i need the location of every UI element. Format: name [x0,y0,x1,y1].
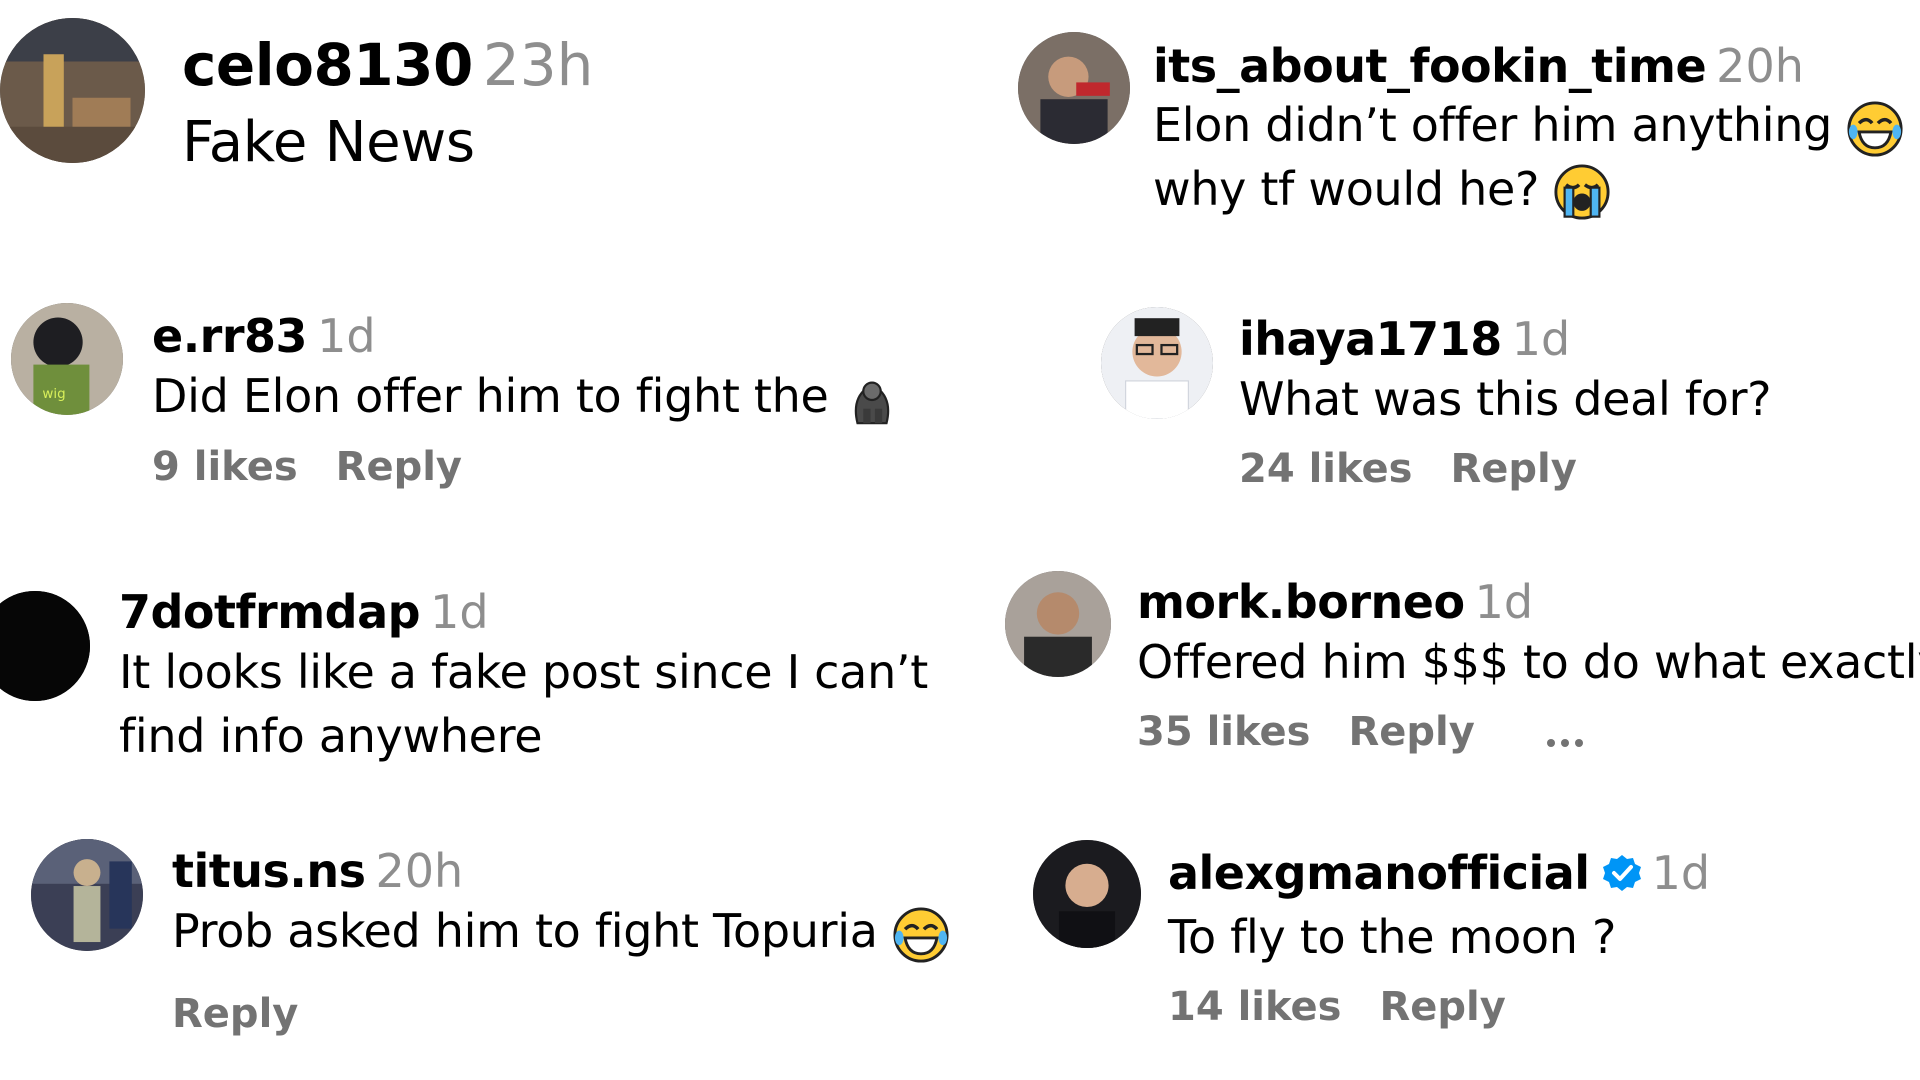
likes-count[interactable]: 14 likes [1168,984,1341,1030]
avatar[interactable]: wig [11,303,123,415]
comment-text-line: Prob asked him to fight Topuria [172,899,950,964]
likes-count[interactable]: 9 likes [152,444,298,490]
username[interactable]: ihaya1718 [1239,312,1502,366]
avatar[interactable] [1033,840,1141,948]
timestamp[interactable]: 1d [1475,575,1533,629]
username[interactable]: its_about_fookin_time [1153,39,1707,93]
username[interactable]: titus.ns [172,844,366,898]
avatar-image [0,18,145,163]
comment-meta: 14 likes Reply [1168,977,1710,1037]
likes-count[interactable]: 24 likes [1239,446,1412,492]
more-options-icon[interactable] [1546,704,1589,764]
timestamp[interactable]: 1d [430,585,488,639]
timestamp[interactable]: 20h [1716,39,1804,93]
username[interactable]: alexgmanofficial [1168,846,1590,900]
username[interactable]: mork.borneo [1137,575,1465,629]
comment-text: Elon didn’t offer him anything [1153,98,1833,152]
avatar[interactable] [1101,307,1213,419]
comment-text-line-1: Elon didn’t offer him anything [1153,94,1904,158]
comment-text: Did Elon offer him to fight the [152,369,829,423]
reply-button[interactable]: Reply [1379,984,1505,1030]
avatar-image [0,591,90,701]
face-with-tears-of-joy-icon [892,906,950,964]
comment-text-line: Did Elon offer him to fight the [152,364,901,429]
username[interactable]: celo8130 [182,31,473,99]
comment-text-line-1: It looks like a fake post since I can’t [119,645,928,699]
avatar[interactable] [1018,32,1130,144]
comment-meta: 35 likes Reply [1137,702,1920,764]
timestamp[interactable]: 1d [1512,312,1570,366]
avatar-image: wig [11,303,123,415]
comment-text: What was this deal for? [1239,372,1772,426]
timestamp[interactable]: 20h [375,844,463,898]
comment-text: To fly to the moon ? [1168,909,1617,964]
avatar[interactable] [1005,571,1111,677]
timestamp[interactable]: 1d [317,309,375,363]
svg-text:wig: wig [42,387,65,402]
avatar-image [1033,840,1141,948]
gorilla-icon [843,371,901,429]
avatar[interactable] [0,18,145,163]
comment-meta: 24 likes Reply [1239,439,1771,499]
avatar-image [31,839,143,951]
reply-button[interactable]: Reply [1450,446,1576,492]
comment-text-line-2: why tf would he? [1153,158,1904,222]
username[interactable]: e.rr83 [152,309,308,363]
comment-text: why tf would he? [1153,161,1540,216]
timestamp[interactable]: 1d [1652,846,1710,900]
comment-text: Offered him $$$ to do what exactly? [1137,635,1920,689]
verified-badge-icon [1602,849,1642,905]
reply-button[interactable]: Reply [336,444,462,490]
face-with-tears-of-joy-icon [1846,100,1904,158]
avatar-image [1005,571,1111,677]
username[interactable]: 7dotfrmdap [119,585,421,639]
loudly-crying-face-icon [1553,163,1611,221]
comments-collage: celo8130 23h Fake News its_about_fookin_t… [0,0,1920,1080]
avatar[interactable] [31,839,143,951]
comment-text: Prob asked him to fight Topuria [172,904,878,958]
likes-count[interactable]: 35 likes [1137,709,1310,755]
comment-text: Fake News [182,110,475,175]
avatar-image [1101,307,1213,419]
timestamp[interactable]: 23h [483,31,594,99]
avatar-image [1018,32,1130,144]
avatar[interactable] [0,591,90,701]
comment-text-line-2: find info anywhere [119,709,543,763]
reply-button[interactable]: Reply [172,991,298,1037]
reply-button[interactable]: Reply [1348,709,1474,755]
comment-meta: Reply [172,984,950,1044]
comment-meta: 9 likes Reply [152,437,901,497]
